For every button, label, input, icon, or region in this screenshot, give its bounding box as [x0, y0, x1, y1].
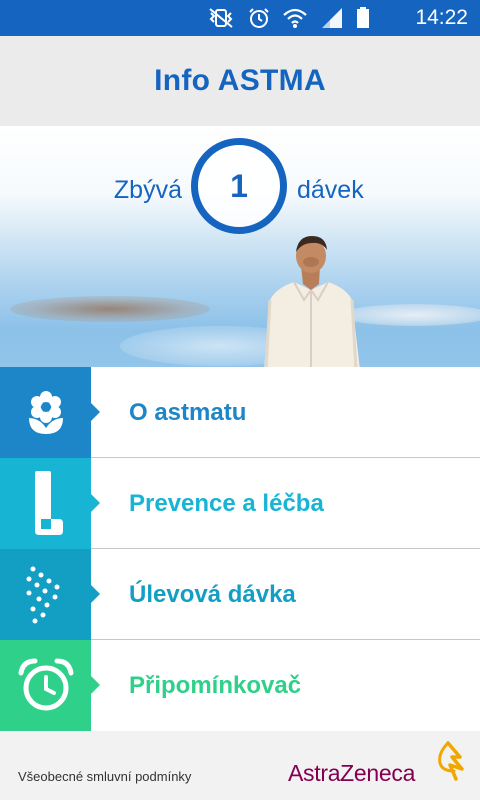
dose-count-ring: 1	[191, 138, 287, 234]
menu-item-icon-tile	[0, 458, 100, 549]
status-icons	[206, 6, 370, 30]
menu-item-label: O astmatu	[129, 399, 247, 426]
dose-count: 1	[230, 167, 248, 204]
vibrate-mute-icon	[209, 8, 233, 28]
terms-link[interactable]: Všeobecné smluvní podmínky	[18, 769, 191, 784]
spray-dots-icon	[26, 566, 59, 623]
app-title: Info ASTMA	[154, 64, 326, 97]
menu-item-prevence-a-lecba[interactable]: Prevence a léčba	[0, 458, 480, 549]
menu-item-icon-tile	[0, 549, 100, 640]
dose-counter: Zbývá 1 dávek	[0, 134, 480, 234]
menu-item-ulevova-davka[interactable]: Úlevová dávka	[0, 549, 480, 640]
menu-item-o-astmatu[interactable]: O astmatu	[0, 367, 480, 458]
footer: Všeobecné smluvní podmínky AstraZeneca	[0, 731, 480, 800]
menu-item-icon-tile	[0, 640, 100, 731]
menu-item-icon-tile	[0, 367, 100, 458]
astrazeneca-logo: AstraZeneca	[288, 741, 464, 793]
wifi-icon	[283, 8, 307, 28]
astrazeneca-symbol-icon	[438, 741, 464, 781]
hero-person-image	[264, 236, 360, 367]
menu-item-label: Prevence a léčba	[129, 490, 324, 517]
flower-icon	[28, 390, 63, 434]
inhaler-icon	[34, 470, 63, 535]
battery-icon	[357, 7, 369, 28]
status-time: 14:22	[415, 6, 468, 29]
cloud-decoration	[10, 296, 210, 322]
alarm-icon	[249, 8, 269, 28]
brand-name: AstraZeneca	[288, 760, 416, 786]
menu-item-pripominkovac[interactable]: Připomínkovač	[0, 640, 480, 731]
alarm-clock-icon	[18, 658, 73, 710]
status-bar: 14:22	[0, 0, 480, 36]
signal-icon	[322, 8, 342, 28]
app-header: Info ASTMA	[0, 36, 480, 126]
dose-prefix: Zbývá	[113, 176, 182, 204]
menu-item-label: Úlevová dávka	[129, 581, 296, 608]
main-menu: O astmatu Prevence a léčba Úlevová dávka…	[0, 367, 480, 731]
menu-item-label: Připomínkovač	[129, 672, 302, 699]
dose-suffix: dávek	[297, 176, 364, 204]
hero-banner: Zbývá 1 dávek	[0, 126, 480, 367]
